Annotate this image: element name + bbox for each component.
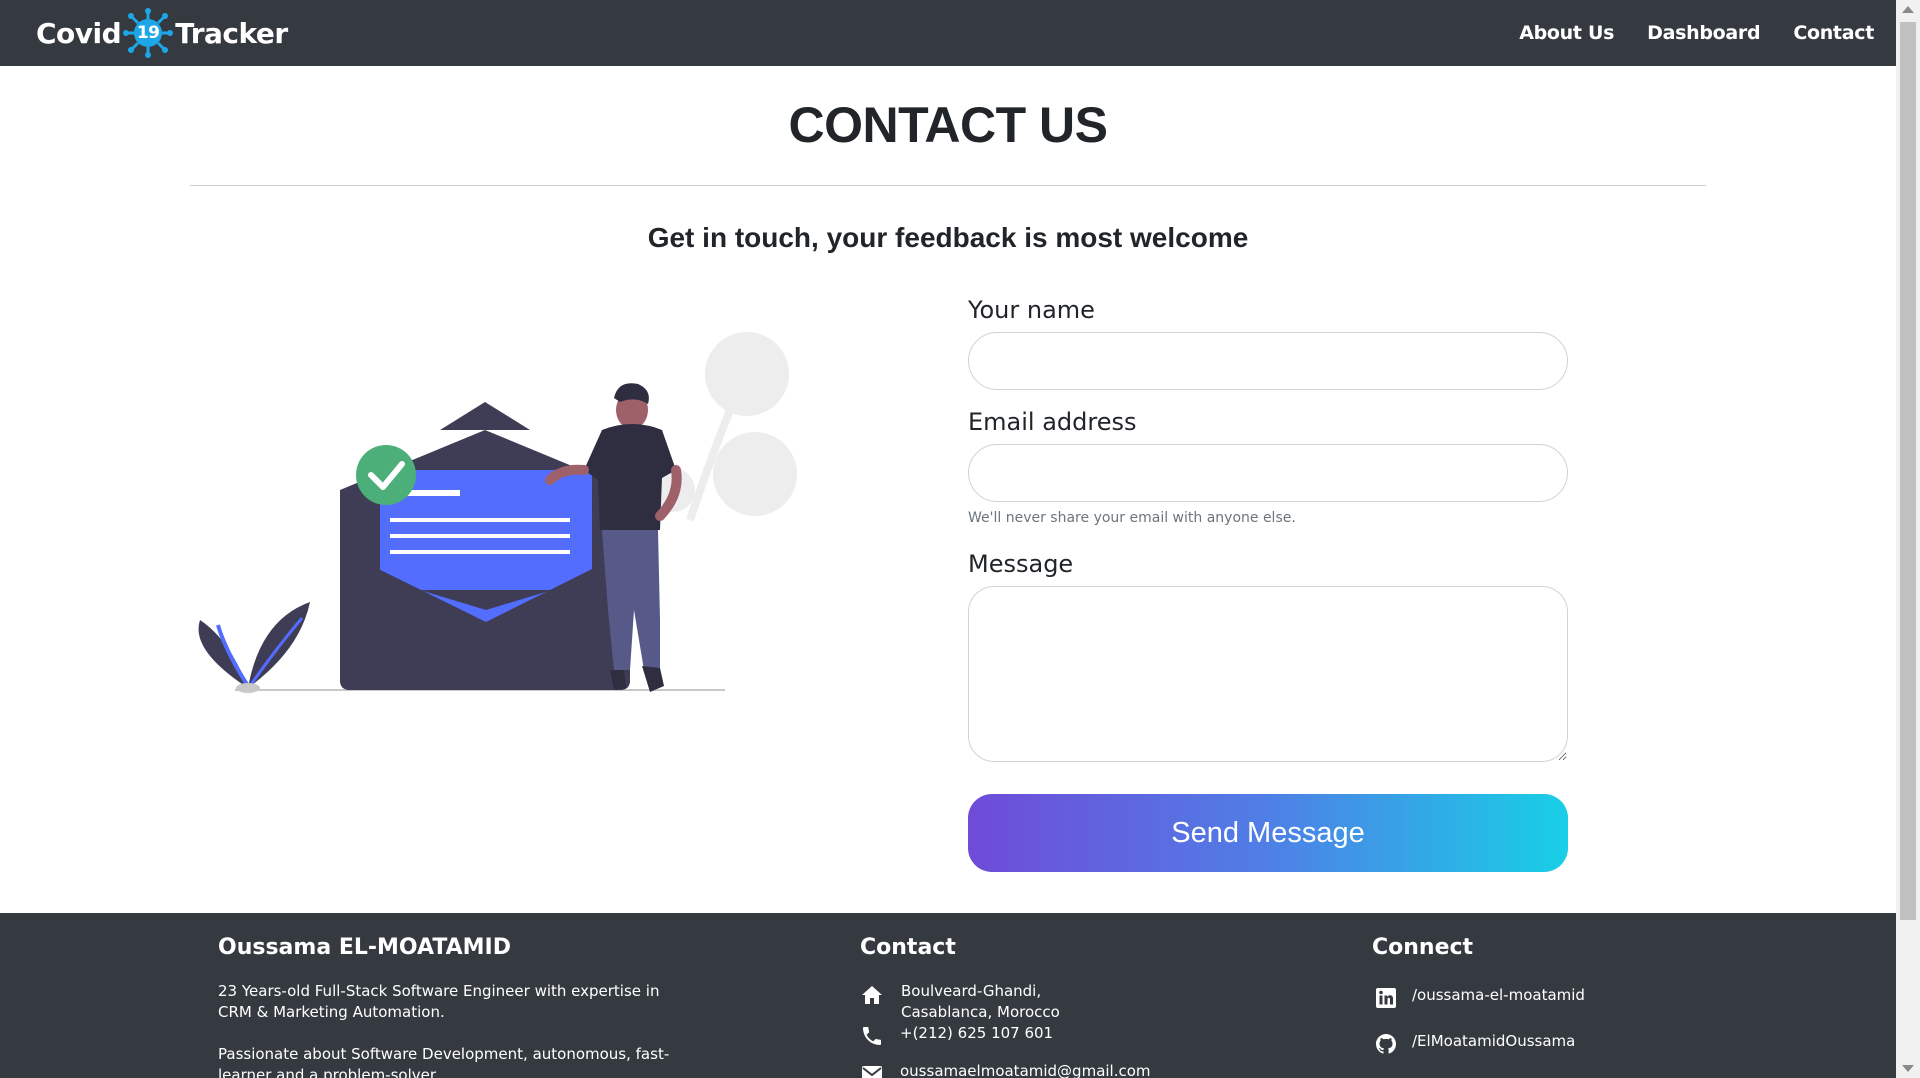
name-input[interactable] (968, 332, 1568, 390)
home-icon (862, 986, 882, 1004)
brand-text-right: Tracker (175, 16, 288, 50)
footer-address-line1: Boulveard-Ghandi, (901, 982, 1042, 1000)
page-subtitle: Get in touch, your feedback is most welc… (647, 222, 1249, 253)
name-label: Your name (968, 296, 1095, 324)
contact-illustration (190, 320, 810, 700)
footer-phone: +(212) 625 107 601 (900, 1024, 1054, 1042)
email-help-text: We'll never share your email with anyone… (968, 510, 1296, 526)
footer-connect-title: Connect (1372, 935, 1474, 960)
linkedin-icon[interactable] (1374, 986, 1398, 1010)
brand-text-left: Covid (36, 16, 122, 50)
nav-contact[interactable]: Contact (1793, 22, 1874, 44)
nav-links: About Us Dashboard Contact (1519, 0, 1874, 66)
footer-about-line3: Passionate about Software Development, a… (218, 1045, 670, 1063)
plant-icon (198, 602, 310, 693)
footer-address-line2: Casablanca, Morocco (901, 1003, 1060, 1021)
message-label: Message (968, 550, 1074, 578)
phone-icon (863, 1027, 881, 1045)
scroll-thumb[interactable] (1900, 22, 1916, 920)
virus-icon: 19 (123, 8, 174, 58)
footer-about-line2: CRM & Marketing Automation. (218, 1003, 445, 1021)
page-title: CONTACT US (788, 97, 1108, 153)
nav-about-us[interactable]: About Us (1519, 22, 1614, 44)
check-badge-icon (356, 445, 416, 505)
scroll-down-icon[interactable] (1902, 1065, 1914, 1072)
title-divider (190, 185, 1706, 186)
message-textarea[interactable] (968, 586, 1568, 762)
footer-about-line1: 23 Years-old Full-Stack Software Enginee… (218, 982, 660, 1000)
navbar: Covid 19 Tracker About Us Dashboard Cont… (0, 0, 1896, 66)
send-message-button[interactable]: Send Message (968, 794, 1568, 872)
footer-contact-title: Contact (860, 935, 956, 960)
footer-email-link[interactable]: oussamaelmoatamid@gmail.com (900, 1061, 1151, 1078)
page-scrollbar[interactable] (1896, 0, 1920, 1078)
envelope-mail-icon (862, 1066, 882, 1078)
footer-about-title: Oussama EL-MOATAMID (218, 935, 511, 960)
email-input[interactable] (968, 444, 1568, 502)
github-icon[interactable] (1374, 1032, 1398, 1056)
footer-about-line4: learner and a problem-solver. (218, 1066, 440, 1078)
scroll-up-icon[interactable] (1902, 6, 1914, 13)
email-label: Email address (968, 408, 1137, 436)
footer-github-link[interactable]: /ElMoatamidOussama (1412, 1031, 1575, 1052)
footer-linkedin-link[interactable]: /oussama-el-moatamid (1412, 985, 1585, 1006)
brand-logo[interactable]: Covid 19 Tracker (36, 8, 288, 58)
footer: Oussama EL-MOATAMID 23 Years-old Full-St… (0, 913, 1896, 1078)
brand-number: 19 (136, 23, 160, 43)
nav-dashboard[interactable]: Dashboard (1647, 22, 1760, 44)
